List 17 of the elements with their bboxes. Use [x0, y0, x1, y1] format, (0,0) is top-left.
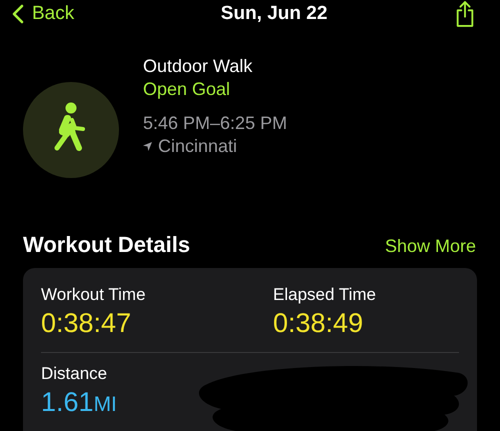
metric-value: 0:38:47 — [41, 307, 132, 340]
metric-label: Workout Time — [41, 284, 147, 306]
workout-name: Outdoor Walk — [143, 55, 254, 78]
back-chevron-icon — [12, 4, 24, 24]
workout-goal: Open Goal — [143, 78, 232, 101]
location-arrow-icon — [143, 142, 152, 151]
workout-time-range: 5:46 PM–6:25 PM — [143, 112, 288, 135]
show-more-link[interactable]: Show More — [384, 236, 476, 257]
screen-title: Sun, Jun 22 — [220, 3, 328, 25]
back-button[interactable]: Back — [12, 3, 74, 25]
metric-value: 0:38:49 — [273, 307, 364, 340]
metric-label: Distance — [41, 363, 108, 385]
metric-value: 1.61MI — [41, 386, 118, 419]
metric-label: Elapsed Time — [273, 284, 377, 306]
section-title: Workout Details — [23, 232, 190, 258]
location-text: Cincinnati — [158, 135, 238, 158]
walking-figure-icon — [23, 82, 119, 178]
